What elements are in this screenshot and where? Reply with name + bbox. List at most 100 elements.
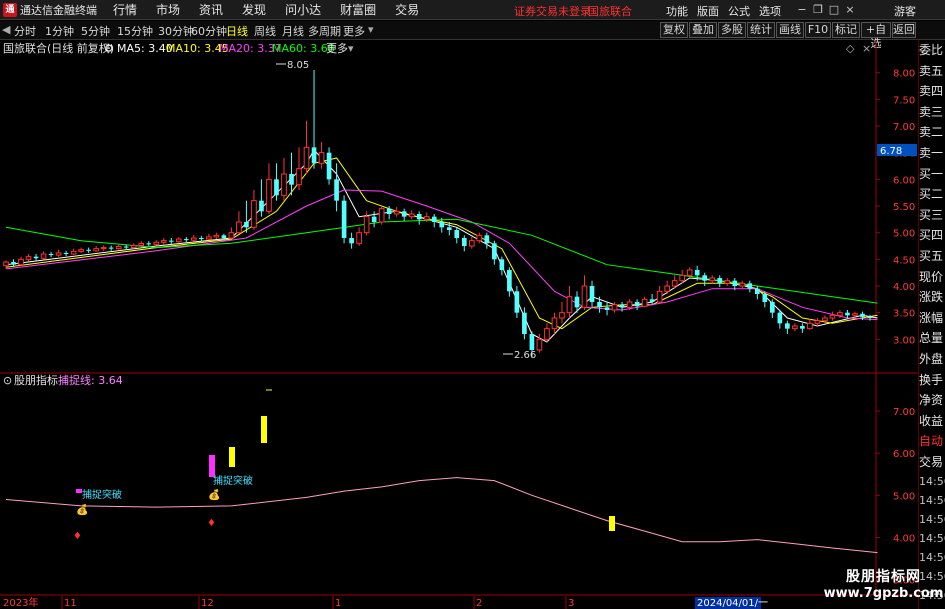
quote-field-label: 卖三 xyxy=(919,104,944,119)
settings-icon[interactable]: ⚙ xyxy=(104,42,114,55)
add-watchlist-button[interactable]: +自选 xyxy=(861,22,891,50)
candle xyxy=(100,245,107,251)
tick-time: 14:56 xyxy=(919,513,945,527)
period-15min[interactable]: 15分钟 xyxy=(117,23,153,39)
candle xyxy=(3,260,9,269)
period-daily[interactable]: 日线 xyxy=(226,23,248,39)
candle xyxy=(199,235,204,242)
signal-bar-yellow xyxy=(609,516,615,531)
menu-function[interactable]: 功能 xyxy=(666,3,688,19)
price-axis: 8.007.507.006.506.005.505.004.504.003.50… xyxy=(876,69,915,346)
menu-layout[interactable]: 版面 xyxy=(697,3,719,19)
candle xyxy=(664,280,670,294)
candle xyxy=(108,245,114,251)
indicator-tick-label: 6.00 xyxy=(893,449,915,460)
candle xyxy=(492,240,497,265)
menu-market[interactable]: 市场 xyxy=(156,1,180,18)
quote-field-label: 净资 xyxy=(919,393,944,408)
collapse-icon[interactable]: ◀ xyxy=(2,23,10,36)
money-bag-icon: 💰 xyxy=(208,488,220,501)
high-annotation: 8.05 xyxy=(276,60,309,71)
candle xyxy=(25,254,32,262)
diamond-icon[interactable]: ◇ xyxy=(846,42,855,55)
menu-formula[interactable]: 公式 xyxy=(728,3,750,19)
current-price: 6.78 xyxy=(880,146,902,157)
main-chart-title: 国旅联合(日线 前复权) xyxy=(3,41,114,55)
maximize-icon[interactable]: □ xyxy=(826,2,842,17)
indicator-tick-label: 4.00 xyxy=(893,533,915,544)
candle xyxy=(649,294,655,305)
ma-lines xyxy=(5,149,878,343)
multi-stock-button[interactable]: 多股 xyxy=(718,22,746,38)
menu-ask[interactable]: 问小达 xyxy=(285,1,321,18)
more-indicators[interactable]: 更多 xyxy=(326,41,348,55)
indicator-axis: 7.006.005.004.003.00 xyxy=(876,407,915,587)
candle xyxy=(544,323,550,342)
period-intraday[interactable]: 分时 xyxy=(14,23,36,39)
adjust-button[interactable]: 复权 xyxy=(660,22,688,38)
period-30min[interactable]: 30分钟 xyxy=(158,23,194,39)
login-status[interactable]: 证券交易未登录 xyxy=(514,3,591,19)
back-button[interactable]: 返回 xyxy=(892,22,916,38)
candle xyxy=(251,190,257,230)
menu-discover[interactable]: 发现 xyxy=(242,1,266,18)
f10-button[interactable]: F10 xyxy=(805,22,831,38)
candle xyxy=(378,206,385,225)
price-tick-label: 8.00 xyxy=(893,69,915,80)
kline-chart[interactable]: 国旅联合(日线 前复权) ⚙ MA5: 3.40 MA10: 3.45 MA20… xyxy=(0,40,918,609)
candle xyxy=(318,142,325,169)
period-toolbar: ◀ 分时 1分钟 5分钟 15分钟 30分钟 60分钟 日线 周线 月线 多周期… xyxy=(0,21,945,50)
trade-label[interactable]: 交易 xyxy=(919,452,945,473)
candle xyxy=(146,241,152,247)
period-1min[interactable]: 1分钟 xyxy=(45,23,74,39)
menu-options[interactable]: 选项 xyxy=(759,3,781,19)
candle xyxy=(349,232,354,249)
menu-market-quotes[interactable]: 行情 xyxy=(113,1,137,18)
period-60min[interactable]: 60分钟 xyxy=(191,23,227,39)
period-5min[interactable]: 5分钟 xyxy=(81,23,110,39)
capture-line xyxy=(5,477,878,554)
candle xyxy=(115,244,122,250)
candle xyxy=(551,312,558,334)
candle xyxy=(499,256,505,276)
dropdown-icon[interactable]: ▾ xyxy=(368,23,374,36)
period-monthly[interactable]: 月线 xyxy=(282,23,304,39)
quote-info-panel: 委比 卖五 卖四 卖三 卖二 卖一 买一 买二 买三 买四 买五 现价 涨跌 涨幅 总量 外盘 换手 净资 收益 自… xyxy=(918,40,945,609)
candle xyxy=(514,286,520,318)
time-label: 12 xyxy=(201,598,214,609)
minimize-icon[interactable]: − xyxy=(794,2,810,17)
mark-button[interactable]: 标记 xyxy=(832,22,860,38)
candle xyxy=(559,302,565,324)
price-tick-label: 4.50 xyxy=(893,255,915,266)
candle xyxy=(266,163,272,214)
time-label: 2 xyxy=(476,598,482,609)
subchart-collapse-icon[interactable]: ⊙ xyxy=(3,374,12,387)
restore-icon[interactable]: ❐ xyxy=(810,2,826,17)
guest-label[interactable]: 游客 xyxy=(894,3,916,19)
period-more[interactable]: 更多 xyxy=(343,23,365,39)
time-label: 11 xyxy=(64,598,77,609)
close-icon[interactable]: × xyxy=(842,2,858,17)
period-weekly[interactable]: 周线 xyxy=(254,23,276,39)
chevron-down-icon[interactable]: ▾ xyxy=(348,42,354,55)
indicator-tick-label: 5.00 xyxy=(893,491,915,502)
draw-line-button[interactable]: 画线 xyxy=(776,22,804,38)
overlay-button[interactable]: 叠加 xyxy=(689,22,717,38)
quote-field-label: 卖一 xyxy=(919,145,944,160)
period-multi[interactable]: 多周期 xyxy=(308,23,341,39)
menu-trade[interactable]: 交易 xyxy=(395,1,419,18)
quote-field-label: 买一 xyxy=(919,166,944,181)
time-label: 2023年 xyxy=(3,596,38,609)
stats-button[interactable]: 统计 xyxy=(747,22,775,38)
menu-news[interactable]: 资讯 xyxy=(199,1,223,18)
tick-time: 14:56 xyxy=(919,475,945,489)
panel-close-icon[interactable]: × xyxy=(862,42,871,55)
signal-bar-yellow xyxy=(261,416,267,443)
candle xyxy=(476,232,483,244)
candle xyxy=(40,251,47,260)
auto-label[interactable]: 自动 xyxy=(919,431,945,452)
menu-wealth-circle[interactable]: 财富圈 xyxy=(340,1,376,18)
candle xyxy=(55,249,62,257)
candle xyxy=(236,211,242,234)
candle xyxy=(274,163,279,201)
